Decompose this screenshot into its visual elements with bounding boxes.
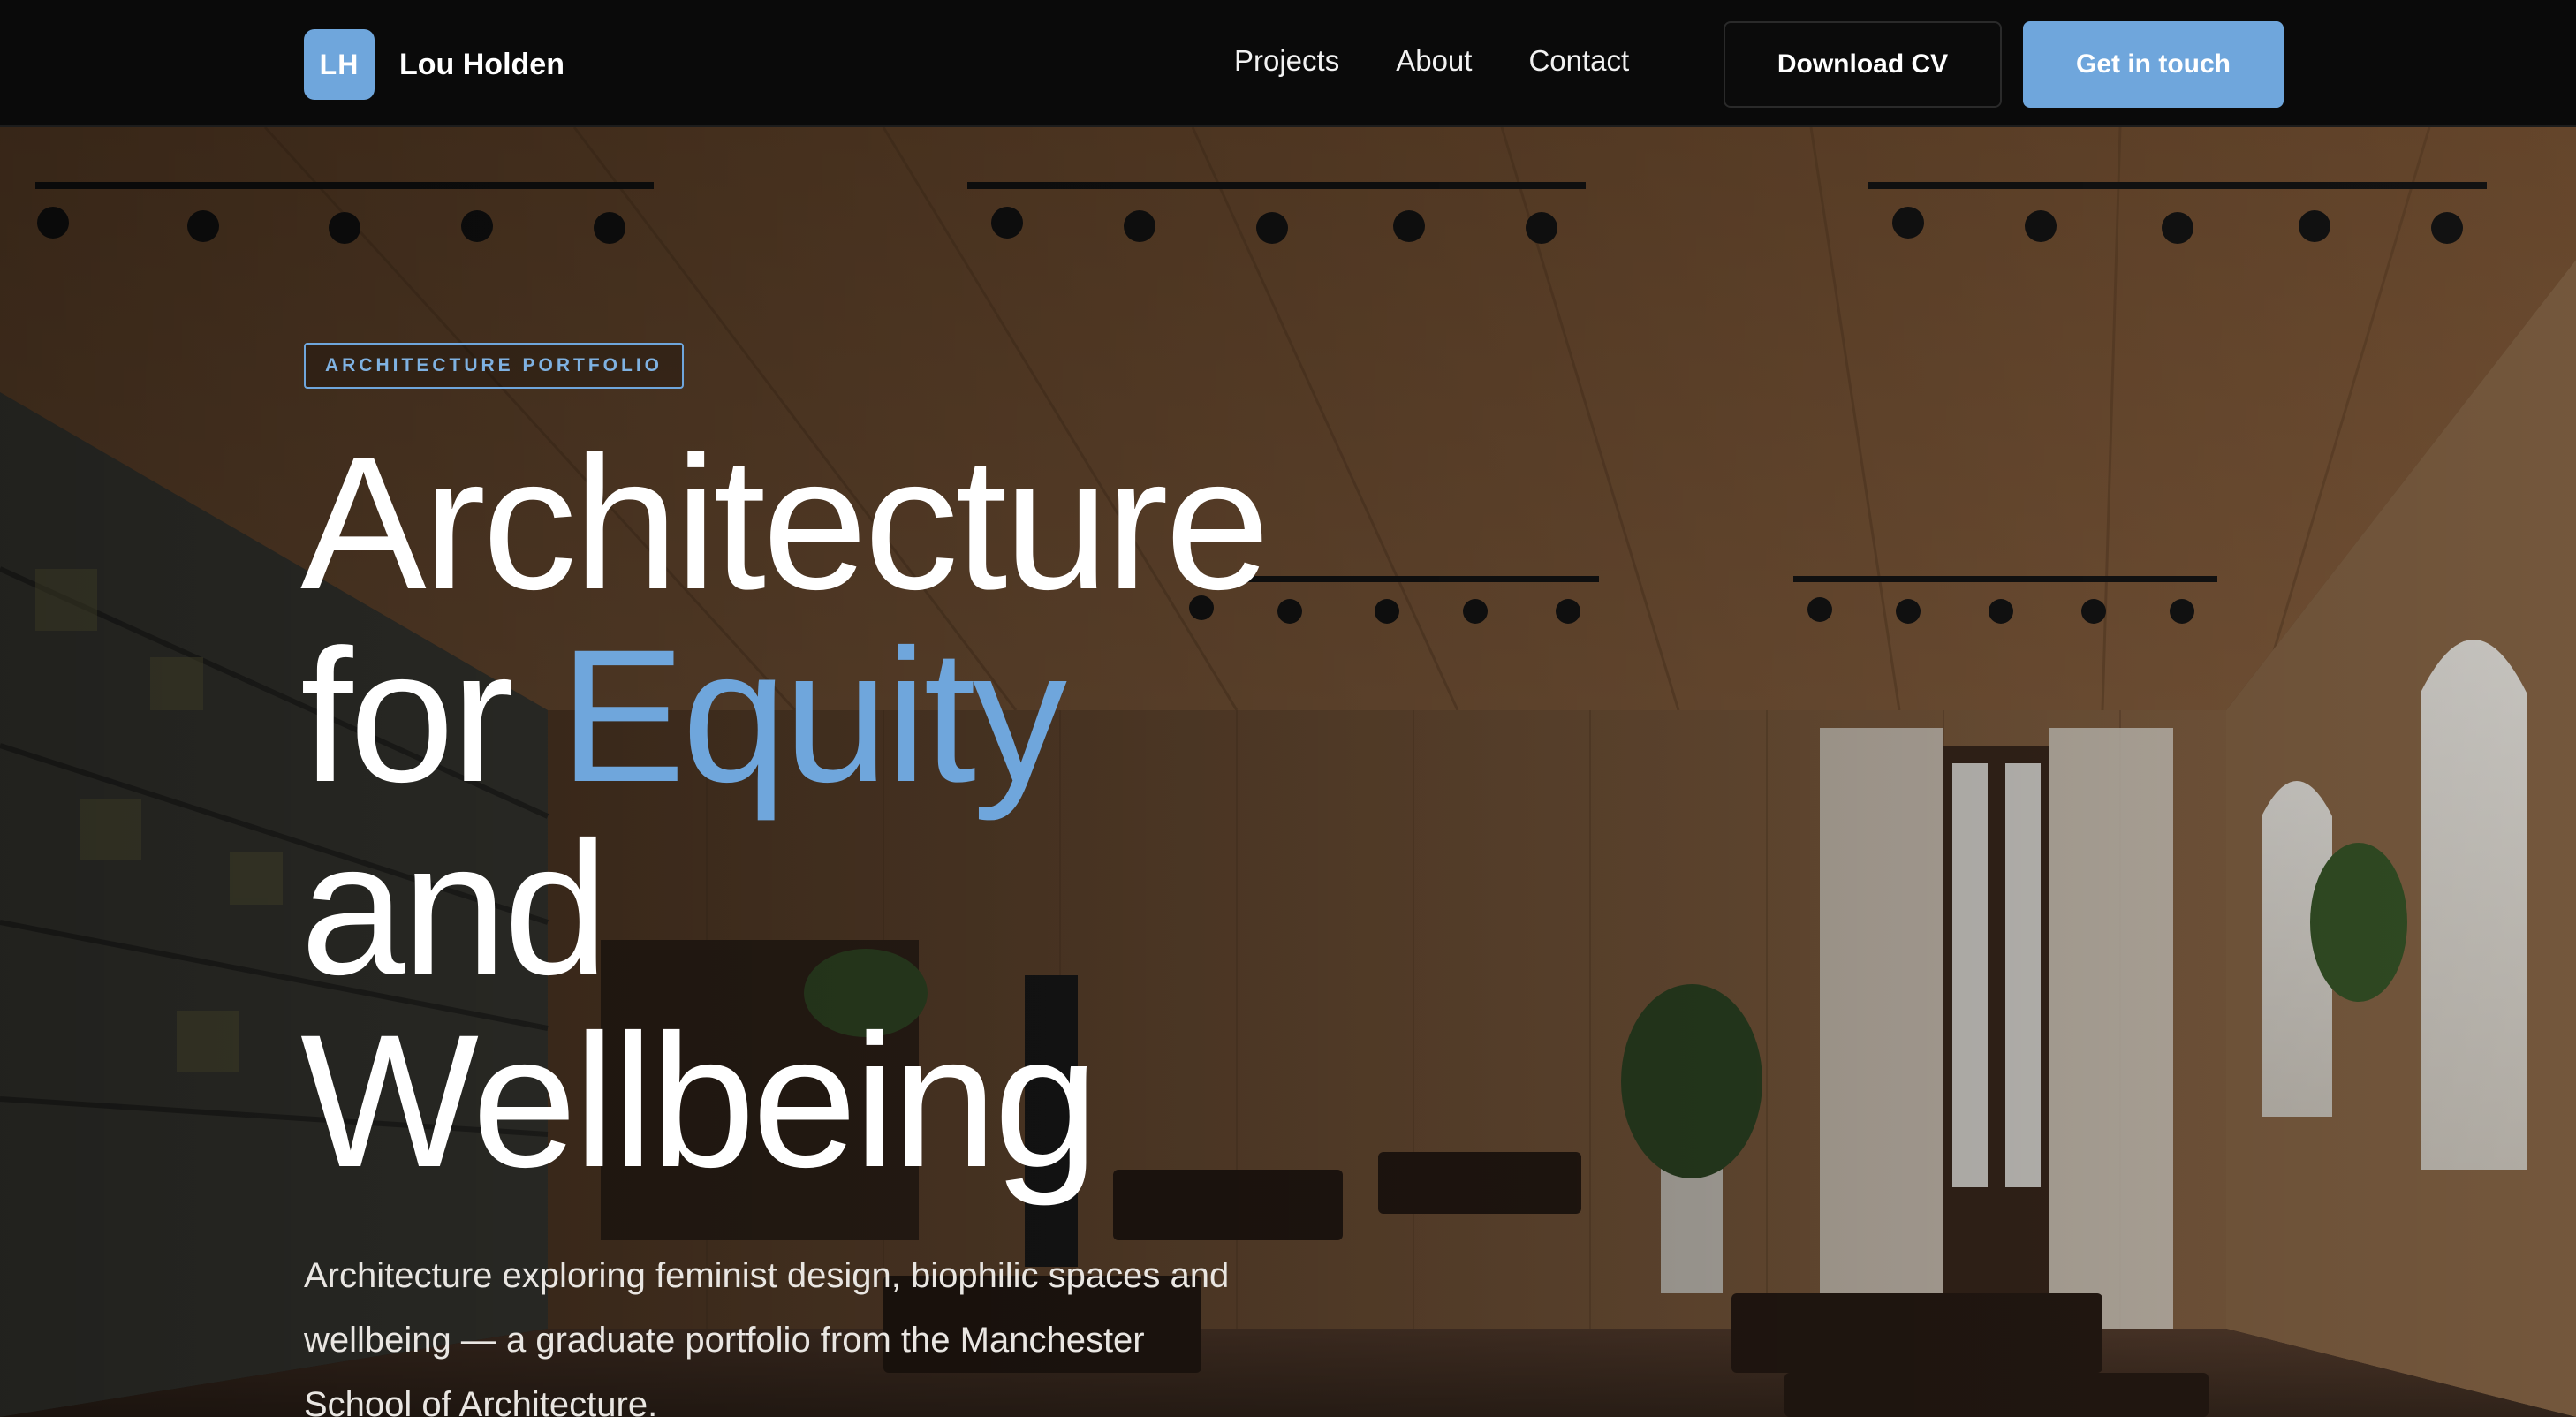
logo-badge[interactable]: LH	[304, 29, 375, 100]
brand-name[interactable]: Lou Holden	[399, 48, 564, 82]
headline-line-2-prefix: for	[300, 610, 560, 822]
nav-link-contact[interactable]: Contact	[1528, 44, 1629, 78]
top-navigation: LH Lou Holden Projects About Contact Dow…	[0, 0, 2576, 127]
hero-headline: Architecture for Equity and Wellbeing	[300, 418, 1270, 1207]
headline-line-3: and	[300, 803, 609, 1014]
hero-description: Architecture exploring feminist design, …	[304, 1256, 1230, 1417]
nav-links: Projects About Contact	[1234, 44, 1629, 78]
headline-line-1: Architecture	[300, 418, 1270, 629]
hero-section: ARCHITECTURE PORTFOLIO Architecture for …	[0, 127, 2576, 1417]
headline-line-4: Wellbeing	[300, 996, 1099, 1207]
brand[interactable]: LH Lou Holden	[304, 29, 564, 100]
headline-accent-word: Equity	[559, 610, 1067, 822]
nav-link-about[interactable]: About	[1396, 44, 1472, 78]
portfolio-badge: ARCHITECTURE PORTFOLIO	[304, 343, 684, 389]
headline-line-2: for Equity	[300, 620, 1267, 813]
download-cv-button[interactable]: Download CV	[1724, 21, 2002, 108]
get-in-touch-button[interactable]: Get in touch	[2023, 21, 2284, 108]
nav-link-projects[interactable]: Projects	[1234, 44, 1339, 78]
